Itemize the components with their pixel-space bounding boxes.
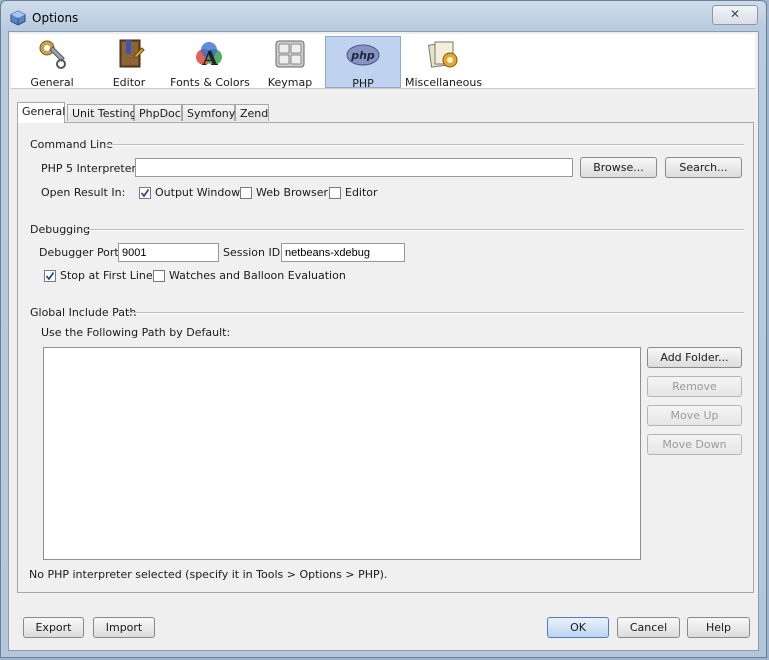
keymap-keyboard-icon bbox=[275, 40, 305, 68]
category-label: General bbox=[30, 76, 74, 89]
close-button[interactable]: ✕ bbox=[712, 5, 758, 25]
netbeans-cube-icon bbox=[10, 10, 26, 26]
include-path-subtitle: Use the Following Path by Default: bbox=[41, 326, 231, 339]
debugger-port-label: Debugger Port: bbox=[39, 246, 123, 259]
category-label: Fonts & Colors bbox=[170, 76, 250, 89]
move-down-button[interactable]: Move Down bbox=[647, 434, 742, 455]
category-label: Keymap bbox=[267, 76, 313, 89]
category-editor[interactable]: Editor bbox=[95, 36, 163, 89]
remove-button[interactable]: Remove bbox=[647, 376, 742, 397]
checkmark-icon bbox=[45, 272, 55, 281]
watches-label: Watches and Balloon Evaluation bbox=[169, 269, 346, 282]
tab-unit-testing[interactable]: Unit Testing bbox=[67, 104, 137, 121]
export-button[interactable]: Export bbox=[23, 617, 84, 638]
category-label: Miscellaneous bbox=[405, 76, 483, 89]
svg-text:A: A bbox=[201, 46, 218, 70]
editor-checkbox[interactable] bbox=[329, 187, 341, 199]
category-php[interactable]: php PHP bbox=[325, 36, 401, 90]
title-bar[interactable]: Options ✕ bbox=[1, 1, 766, 31]
general-tools-icon bbox=[39, 40, 66, 69]
web-browser-label: Web Browser bbox=[256, 186, 329, 199]
open-result-label: Open Result In: bbox=[41, 186, 126, 199]
category-fonts-colors[interactable]: A Fonts & Colors bbox=[169, 36, 251, 89]
watches-checkbox[interactable] bbox=[153, 270, 165, 282]
editor-label: Editor bbox=[345, 186, 378, 199]
output-window-checkbox[interactable] bbox=[139, 187, 151, 199]
editor-book-icon bbox=[119, 39, 145, 68]
svg-text:php: php bbox=[350, 49, 375, 62]
options-window: Options ✕ General Editor A Fonts & Color… bbox=[0, 0, 767, 658]
category-toolbar: General Editor A Fonts & Colors Keymap p… bbox=[11, 34, 755, 90]
fonts-colors-icon: A bbox=[196, 42, 222, 70]
web-browser-checkbox[interactable] bbox=[240, 187, 252, 199]
session-id-input[interactable] bbox=[281, 243, 405, 262]
add-folder-button[interactable]: Add Folder... bbox=[647, 347, 742, 368]
import-button[interactable]: Import bbox=[93, 617, 155, 638]
section-divider bbox=[106, 144, 744, 146]
category-keymap[interactable]: Keymap bbox=[257, 36, 323, 89]
category-general[interactable]: General bbox=[13, 36, 91, 89]
section-global-include-path: Global Include Path bbox=[30, 306, 137, 319]
ok-button[interactable]: OK bbox=[547, 617, 609, 638]
section-command-line: Command Line bbox=[30, 138, 113, 151]
cancel-button[interactable]: Cancel bbox=[617, 617, 680, 638]
category-label: PHP bbox=[352, 77, 374, 90]
php-interpreter-input[interactable] bbox=[135, 158, 573, 177]
debugger-port-input[interactable] bbox=[118, 243, 219, 262]
stop-first-line-label: Stop at First Line bbox=[60, 269, 153, 282]
tab-panel-general: Command Line PHP 5 Interpreter: Browse..… bbox=[17, 122, 754, 593]
window-title: Options bbox=[32, 11, 79, 25]
search-button[interactable]: Search... bbox=[665, 157, 742, 178]
stop-first-line-checkbox[interactable] bbox=[44, 270, 56, 282]
tab-phpdoc[interactable]: PhpDoc bbox=[134, 104, 182, 121]
dialog-client-area: General Editor A Fonts & Colors Keymap p… bbox=[8, 31, 759, 651]
include-path-list[interactable] bbox=[43, 347, 641, 560]
miscellaneous-icon bbox=[427, 41, 458, 68]
checkmark-icon bbox=[140, 189, 150, 198]
tab-zend[interactable]: Zend bbox=[235, 104, 269, 121]
status-message: No PHP interpreter selected (specify it … bbox=[29, 568, 388, 581]
category-miscellaneous[interactable]: Miscellaneous bbox=[405, 36, 483, 89]
section-divider bbox=[86, 229, 744, 231]
tab-general[interactable]: General bbox=[17, 102, 65, 123]
category-label: Editor bbox=[112, 76, 146, 89]
browse-button[interactable]: Browse... bbox=[580, 157, 657, 178]
php-logo-icon: php bbox=[346, 44, 380, 66]
section-divider bbox=[128, 312, 744, 314]
php-interpreter-label: PHP 5 Interpreter: bbox=[41, 162, 140, 175]
output-window-label: Output Window bbox=[155, 186, 241, 199]
tab-symfony[interactable]: Symfony bbox=[182, 104, 235, 121]
section-debugging: Debugging bbox=[30, 223, 91, 236]
help-button[interactable]: Help bbox=[687, 617, 750, 638]
close-icon: ✕ bbox=[729, 7, 741, 21]
move-up-button[interactable]: Move Up bbox=[647, 405, 742, 426]
session-id-label: Session ID: bbox=[223, 246, 284, 259]
